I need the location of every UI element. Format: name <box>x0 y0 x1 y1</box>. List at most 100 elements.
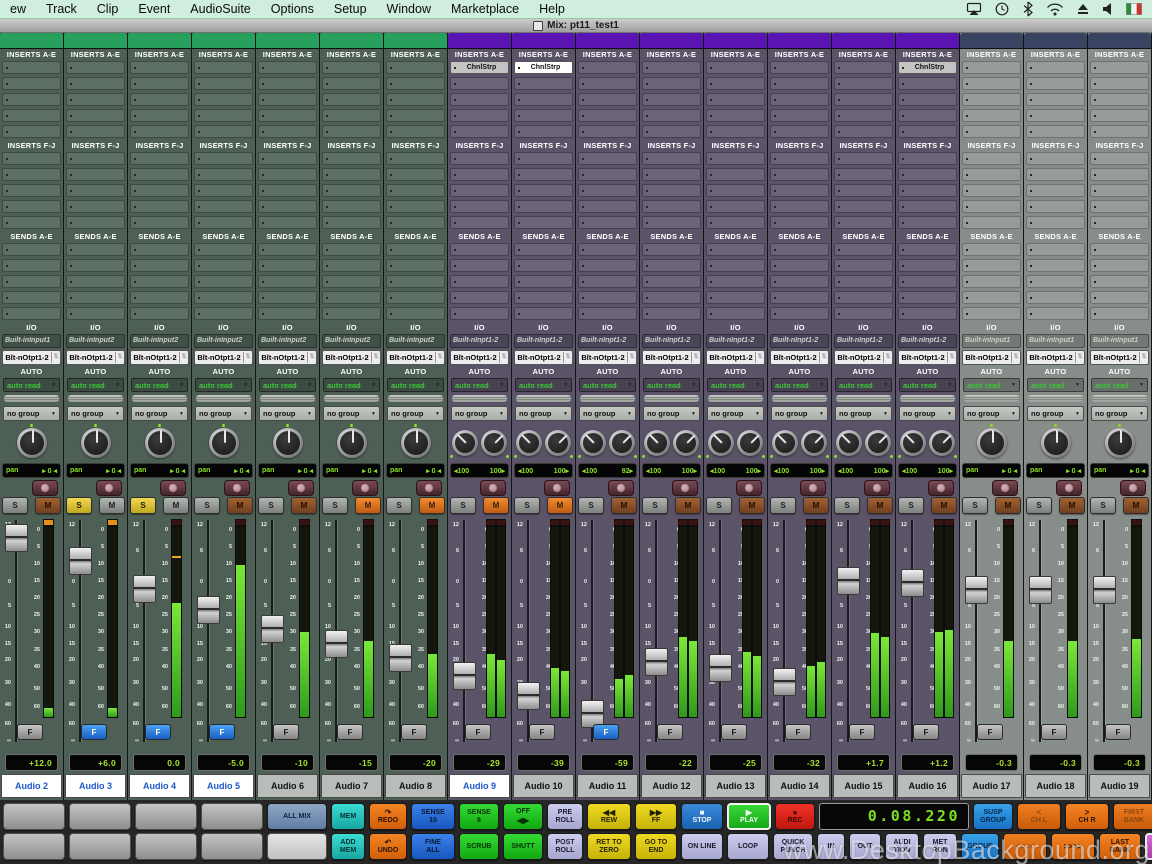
transport-button-group[interactable]: GROUP <box>961 833 999 860</box>
insert-slot[interactable] <box>386 184 445 197</box>
window-divider-handle[interactable] <box>644 395 699 402</box>
volume-readout[interactable]: -25 <box>709 754 762 771</box>
track-name[interactable]: Audio 14 <box>769 774 830 798</box>
window-divider-handle[interactable] <box>4 395 59 402</box>
solo-button[interactable]: S <box>898 497 924 514</box>
insert-slot[interactable] <box>898 200 957 213</box>
send-slot[interactable] <box>386 291 445 304</box>
insert-slot[interactable] <box>706 152 765 165</box>
fader-flip-button[interactable]: F <box>913 724 939 740</box>
insert-slot[interactable] <box>706 200 765 213</box>
airplay-icon[interactable] <box>966 1 982 17</box>
group-selector[interactable]: no group▼ <box>899 406 956 421</box>
insert-slot[interactable] <box>962 216 1021 229</box>
pan-knob-left[interactable] <box>772 430 798 456</box>
insert-slot[interactable] <box>66 109 125 122</box>
solo-button[interactable]: S <box>962 497 988 514</box>
pan-value-display[interactable]: ◂100100▸ <box>450 463 509 478</box>
insert-slot[interactable] <box>578 184 637 197</box>
menu-item-window[interactable]: Window <box>377 2 441 16</box>
transport-button-post-roll[interactable]: POSTROLL <box>547 833 583 860</box>
volume-icon[interactable] <box>1102 2 1114 16</box>
volume-readout[interactable]: +1.2 <box>901 754 954 771</box>
insert-slot[interactable] <box>1090 77 1149 90</box>
send-slot[interactable] <box>962 307 1021 320</box>
group-selector[interactable]: no group▼ <box>131 406 188 421</box>
insert-slot[interactable] <box>130 184 189 197</box>
insert-slot[interactable] <box>258 61 317 74</box>
insert-slot[interactable] <box>258 184 317 197</box>
record-arm-button[interactable] <box>608 480 634 496</box>
record-arm-button[interactable] <box>32 480 58 496</box>
automation-mode-selector[interactable]: auto read▼ <box>387 378 444 392</box>
send-slot[interactable] <box>322 307 381 320</box>
transport-button-hi-res-meter[interactable]: HI-RESMETER <box>1145 833 1152 860</box>
insert-slot[interactable] <box>322 184 381 197</box>
insert-slot[interactable] <box>642 152 701 165</box>
input-path-selector[interactable]: Built-nInpt1-2 <box>642 334 701 348</box>
send-slot[interactable] <box>1026 307 1085 320</box>
track-name[interactable]: Audio 9 <box>449 774 510 798</box>
volume-readout[interactable]: +1.7 <box>837 754 890 771</box>
output-path-selector[interactable]: Blt-nOtpt1-2⇅ <box>642 350 701 365</box>
insert-slot[interactable] <box>66 216 125 229</box>
insert-slot[interactable] <box>194 125 253 138</box>
automation-mode-selector[interactable]: auto read▼ <box>323 378 380 392</box>
pan-value-display[interactable]: ◂100100▸ <box>706 463 765 478</box>
send-slot[interactable] <box>258 307 317 320</box>
insert-slot[interactable] <box>1026 216 1085 229</box>
send-slot[interactable] <box>130 259 189 272</box>
record-arm-button[interactable] <box>288 480 314 496</box>
automation-mode-selector[interactable]: auto read▼ <box>643 378 700 392</box>
fader-flip-button[interactable]: F <box>401 724 427 740</box>
fader-cap[interactable] <box>5 524 28 552</box>
insert-slot[interactable] <box>66 61 125 74</box>
fader-flip-button[interactable]: F <box>1041 724 1067 740</box>
send-slot[interactable] <box>834 291 893 304</box>
mute-button[interactable]: M <box>739 497 765 514</box>
insert-slot[interactable] <box>386 200 445 213</box>
fader-flip-button[interactable]: F <box>145 724 171 740</box>
send-slot[interactable] <box>898 259 957 272</box>
insert-slot[interactable] <box>450 93 509 106</box>
send-slot[interactable] <box>194 275 253 288</box>
insert-slot[interactable] <box>322 109 381 122</box>
fader-flip-button[interactable]: F <box>977 724 1003 740</box>
group-selector[interactable]: no group▼ <box>451 406 508 421</box>
insert-slot[interactable] <box>1026 168 1085 181</box>
pan-value-display[interactable]: ◂100100▸ <box>834 463 893 478</box>
pan-knob-right[interactable] <box>929 430 955 456</box>
pan-knob-left[interactable] <box>900 430 926 456</box>
send-slot[interactable] <box>578 275 637 288</box>
record-arm-button[interactable] <box>96 480 122 496</box>
insert-slot[interactable] <box>898 125 957 138</box>
pan-knob-left[interactable] <box>708 430 734 456</box>
pan-knob-left[interactable] <box>644 430 670 456</box>
send-slot[interactable] <box>962 259 1021 272</box>
send-slot[interactable] <box>834 243 893 256</box>
record-arm-button[interactable] <box>800 480 826 496</box>
transport-button-blank[interactable]: >>>> <box>1051 833 1095 860</box>
insert-slot[interactable] <box>386 61 445 74</box>
track-name[interactable]: Audio 8 <box>385 774 446 798</box>
insert-slot[interactable] <box>514 125 573 138</box>
clock-icon[interactable] <box>994 1 1010 17</box>
mute-button[interactable]: M <box>1059 497 1085 514</box>
group-selector[interactable]: no group▼ <box>1091 406 1148 421</box>
transport-button-play[interactable]: ▶PLAY <box>727 803 771 830</box>
insert-slot[interactable] <box>322 168 381 181</box>
insert-slot[interactable] <box>322 200 381 213</box>
input-path-selector[interactable]: Built-inInput2 <box>66 334 125 348</box>
input-path-selector[interactable]: Built-nInpt1-2 <box>770 334 829 348</box>
insert-slot[interactable] <box>194 109 253 122</box>
send-slot[interactable] <box>1090 291 1149 304</box>
send-slot[interactable] <box>770 291 829 304</box>
transport-button-on-line[interactable]: ON LINE <box>681 833 723 860</box>
pan-value-display[interactable]: pan▸ 0 ◂ <box>1090 463 1149 478</box>
send-slot[interactable] <box>962 275 1021 288</box>
window-divider-handle[interactable] <box>836 395 891 402</box>
insert-slot[interactable] <box>642 184 701 197</box>
insert-slot[interactable] <box>834 168 893 181</box>
transport-button-ret-to-zero[interactable]: RET TOZERO <box>587 833 631 860</box>
menu-item-setup[interactable]: Setup <box>324 2 377 16</box>
